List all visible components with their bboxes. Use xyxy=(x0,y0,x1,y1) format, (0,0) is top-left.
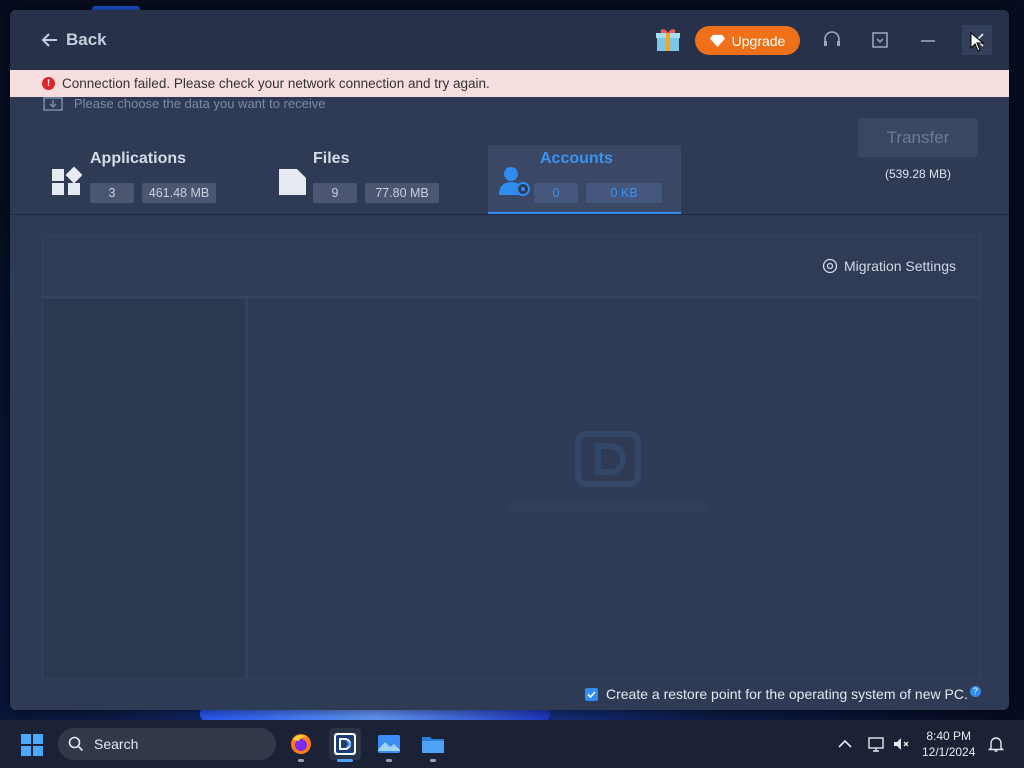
content-panel: Migration Settings xyxy=(42,235,981,679)
taskbar-search[interactable]: Search xyxy=(58,728,276,760)
account-icon xyxy=(499,167,530,196)
gift-icon[interactable] xyxy=(654,25,682,53)
upgrade-button[interactable]: Upgrade xyxy=(695,26,800,55)
panel-header: Migration Settings xyxy=(43,236,980,299)
transfer-button[interactable]: Transfer xyxy=(858,118,978,157)
restore-point-label: Create a restore point for the operating… xyxy=(606,686,968,702)
file-icon xyxy=(279,169,306,195)
error-banner: ! Connection failed. Please check your n… xyxy=(10,70,1009,97)
monitor-download-icon xyxy=(43,97,63,111)
chevron-up-icon[interactable] xyxy=(836,735,854,753)
header-divider xyxy=(10,214,1009,215)
category-files[interactable]: Files 9 77.80 MB xyxy=(273,145,453,214)
item-count: 0 xyxy=(534,183,578,203)
category-applications[interactable]: Applications 3 461.48 MB xyxy=(50,145,230,214)
item-size: 461.48 MB xyxy=(142,183,216,203)
windows-start-icon[interactable] xyxy=(21,734,43,756)
file-explorer-icon xyxy=(422,737,444,753)
upgrade-label: Upgrade xyxy=(731,32,786,49)
easeus-logo-watermark-icon xyxy=(508,431,708,512)
category-title: Applications xyxy=(90,150,187,167)
restore-point-checkbox[interactable] xyxy=(585,687,598,701)
volume-muted-icon[interactable] xyxy=(892,735,910,753)
easeus-todo-pctrans-icon xyxy=(334,733,356,755)
back-button[interactable]: Back xyxy=(40,30,107,50)
headset-support-icon[interactable] xyxy=(822,30,842,50)
migration-settings-button[interactable]: Migration Settings xyxy=(822,258,956,274)
category-title: Files xyxy=(313,150,350,167)
arrow-left-icon xyxy=(41,33,57,47)
migration-settings-label: Migration Settings xyxy=(843,258,956,274)
help-icon[interactable]: ? xyxy=(969,685,981,697)
clock-time: 8:40 PM xyxy=(926,729,972,743)
instruction-text: Please choose the data you want to recei… xyxy=(74,96,326,111)
taskbar-file-explorer[interactable] xyxy=(417,728,449,762)
taskbar-clock[interactable]: 8:40 PM 12/1/2024 xyxy=(922,728,975,760)
minimize-icon[interactable] xyxy=(918,30,938,50)
firefox-icon xyxy=(291,734,311,754)
network-icon[interactable] xyxy=(867,735,885,753)
taskbar-firefox[interactable] xyxy=(285,728,317,762)
gear-icon xyxy=(822,258,838,274)
taskbar: Search 8:40 PM 12/1/2024 xyxy=(0,720,1024,768)
menu-dropdown-icon[interactable] xyxy=(870,30,890,50)
search-placeholder: Search xyxy=(94,736,139,752)
apps-icon xyxy=(52,166,82,195)
account-list-pane xyxy=(43,299,248,678)
running-indicator xyxy=(430,759,436,762)
error-message: Connection failed. Please check your net… xyxy=(62,76,490,91)
taskbar-pctrans[interactable] xyxy=(329,728,361,762)
checkmark-icon xyxy=(587,690,596,698)
item-count: 3 xyxy=(90,183,134,203)
category-accounts[interactable]: Accounts 0 0 KB xyxy=(488,145,681,214)
running-indicator xyxy=(298,759,304,762)
diamond-icon xyxy=(709,34,725,48)
restore-point-option[interactable]: Create a restore point for the operating… xyxy=(585,685,981,702)
notification-bell-icon[interactable] xyxy=(987,735,1005,753)
clock-date: 12/1/2024 xyxy=(922,745,976,759)
photos-icon xyxy=(378,735,400,753)
category-title: Accounts xyxy=(540,150,613,167)
item-count: 9 xyxy=(313,183,357,203)
running-indicator xyxy=(386,759,392,762)
taskbar-photos[interactable] xyxy=(373,728,405,762)
running-indicator xyxy=(337,759,353,762)
search-icon xyxy=(68,736,84,752)
pctrans-window: Back Upgrade ! Connection failed. Please… xyxy=(10,10,1009,710)
item-size: 77.80 MB xyxy=(365,183,439,203)
title-bar: Back Upgrade xyxy=(10,10,1009,70)
error-icon: ! xyxy=(42,77,55,90)
mouse-cursor-icon xyxy=(970,32,984,52)
item-size: 0 KB xyxy=(586,183,662,203)
transfer-total-size: (539.28 MB) xyxy=(884,167,952,181)
account-detail-pane xyxy=(248,299,980,678)
back-label: Back xyxy=(66,30,107,49)
